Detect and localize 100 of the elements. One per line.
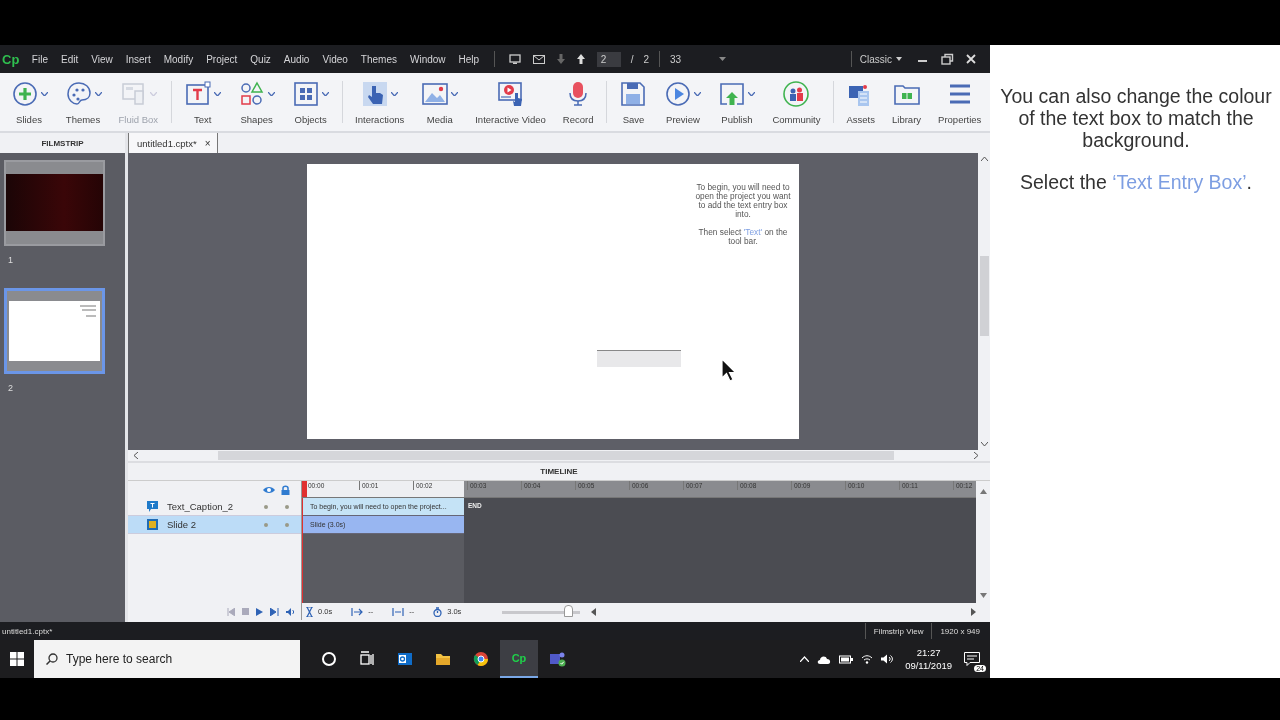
chevron-up-icon[interactable] — [800, 656, 810, 662]
toolbar-button[interactable]: Properties — [929, 73, 990, 131]
mail-app-icon[interactable] — [396, 650, 414, 668]
toolbar-button[interactable]: Record — [554, 73, 602, 131]
menu-item[interactable]: Quiz — [243, 53, 278, 65]
toolbar-button[interactable]: Objects — [283, 73, 338, 131]
caption-text: To begin, you will need to open the project you want to add the text entry box into. — [694, 183, 792, 219]
mail-icon[interactable] — [532, 54, 545, 64]
workspace-dropdown[interactable]: Classic — [859, 53, 902, 65]
battery-icon[interactable] — [839, 654, 854, 664]
wifi-icon[interactable] — [861, 654, 874, 664]
grid-icon — [292, 79, 321, 108]
slide-thumbnail[interactable] — [4, 288, 105, 374]
caret-icon — [748, 91, 756, 96]
menu-item[interactable]: Video — [315, 53, 355, 65]
instruction-text: You can also change the colour of the text box to match the background. — [1000, 85, 1272, 151]
panel-title: FILMSTRIP — [0, 133, 125, 153]
caret-icon — [94, 91, 102, 96]
toolbar-button[interactable]: Media — [412, 73, 467, 131]
toolbar-button[interactable]: Save — [610, 73, 656, 131]
layer-row[interactable]: Slide 2 — [128, 516, 301, 534]
document-tab[interactable]: untitled1.cptx* × — [128, 133, 218, 153]
app-logo: Cp — [1, 51, 21, 67]
caret-icon — [694, 91, 702, 96]
monitor-icon[interactable] — [508, 54, 521, 64]
caption-text: Then select 'Text' on the tool bar. — [697, 228, 789, 246]
toolbar-button[interactable]: Preview — [655, 73, 710, 131]
caret-icon — [896, 57, 902, 61]
toolbar-button[interactable]: Interactive Video — [466, 73, 555, 131]
down-caret-icon — [980, 442, 988, 446]
close-tab-button[interactable]: × — [204, 137, 211, 149]
down-arrow-icon[interactable] — [556, 54, 565, 64]
toolbar-button[interactable]: Library — [883, 73, 930, 131]
search-field[interactable]: Type here to search — [34, 640, 300, 678]
volume-icon[interactable] — [881, 654, 894, 664]
menu-item[interactable]: Window — [403, 53, 453, 65]
toolbar-button[interactable]: Assets — [838, 73, 884, 131]
toolbar-button[interactable]: Themes — [56, 73, 110, 131]
toolbar-button[interactable]: Slides — [2, 73, 56, 131]
people-icon — [782, 79, 811, 108]
menu-item[interactable]: File — [25, 53, 55, 65]
eye-icon — [263, 485, 275, 494]
windows-icon[interactable] — [10, 652, 24, 666]
slide-thumbnail[interactable] — [4, 160, 105, 246]
scroll-thumb[interactable] — [218, 451, 895, 460]
team-chat-icon[interactable] — [548, 650, 566, 668]
slide-number-field[interactable]: 2 — [596, 51, 621, 67]
play-icon[interactable] — [256, 607, 263, 616]
screen-size: 1920 x 949 — [940, 626, 980, 636]
scroll-thumb[interactable] — [979, 256, 989, 336]
stopwatch-icon — [433, 606, 443, 617]
caret-icon — [451, 91, 459, 96]
menu-item[interactable]: Help — [452, 53, 486, 65]
caret-icon — [268, 91, 276, 96]
app-icon[interactable]: Cp — [500, 640, 538, 678]
clock[interactable]: 21:27 09/11/2019 — [905, 646, 952, 672]
browser-icon[interactable] — [472, 650, 490, 668]
toolbar-button[interactable]: Interactions — [346, 73, 413, 131]
cloud-icon[interactable] — [817, 654, 832, 664]
start-offset-icon — [351, 607, 364, 616]
play-icon — [664, 79, 693, 108]
toolbar-button[interactable]: Shapes — [229, 73, 284, 131]
menu-item[interactable]: Audio — [277, 53, 316, 65]
search-icon — [46, 653, 58, 665]
menu-item[interactable]: View — [84, 53, 120, 65]
dot-icon — [264, 504, 268, 509]
cursor-icon — [721, 358, 737, 382]
up-caret-icon — [979, 489, 987, 494]
menu-item[interactable]: Themes — [354, 53, 404, 65]
menu-item[interactable]: Insert — [119, 53, 158, 65]
zoom-dropdown[interactable]: 33 — [669, 53, 727, 65]
down-caret-icon — [979, 593, 987, 598]
last-frame-icon[interactable] — [270, 607, 279, 616]
video-icon — [496, 79, 525, 108]
add-slide-icon — [10, 79, 39, 108]
slide-icon — [147, 519, 158, 530]
hand-pointer-icon — [361, 79, 390, 108]
toolbar-button[interactable]: Publish — [709, 73, 764, 131]
toolbar-button[interactable]: Text — [175, 73, 230, 131]
view-mode: Filmstrip View — [873, 626, 924, 636]
text-entry-box[interactable] — [597, 350, 681, 367]
dot-icon — [285, 504, 289, 509]
menu-item[interactable]: Edit — [54, 53, 85, 65]
slide-number: 1 — [7, 254, 14, 267]
horizontal-scrollbar[interactable] — [128, 450, 990, 463]
menu-item[interactable]: Modify — [157, 53, 200, 65]
slider-thumb[interactable] — [563, 605, 573, 617]
menu-item[interactable]: Project — [199, 53, 244, 65]
toolbar-button[interactable]: Community — [763, 73, 829, 131]
palette-icon — [64, 79, 93, 108]
dot-icon — [264, 522, 268, 527]
dot-icon — [285, 522, 289, 527]
cortana-icon[interactable] — [320, 650, 338, 668]
left-caret-icon — [134, 452, 138, 459]
up-arrow-icon[interactable] — [576, 54, 585, 64]
caret-icon — [719, 57, 727, 61]
speaker-icon[interactable] — [286, 607, 295, 616]
task-view-icon[interactable] — [358, 650, 376, 668]
caret-icon — [40, 91, 48, 96]
span-icon — [392, 607, 405, 616]
